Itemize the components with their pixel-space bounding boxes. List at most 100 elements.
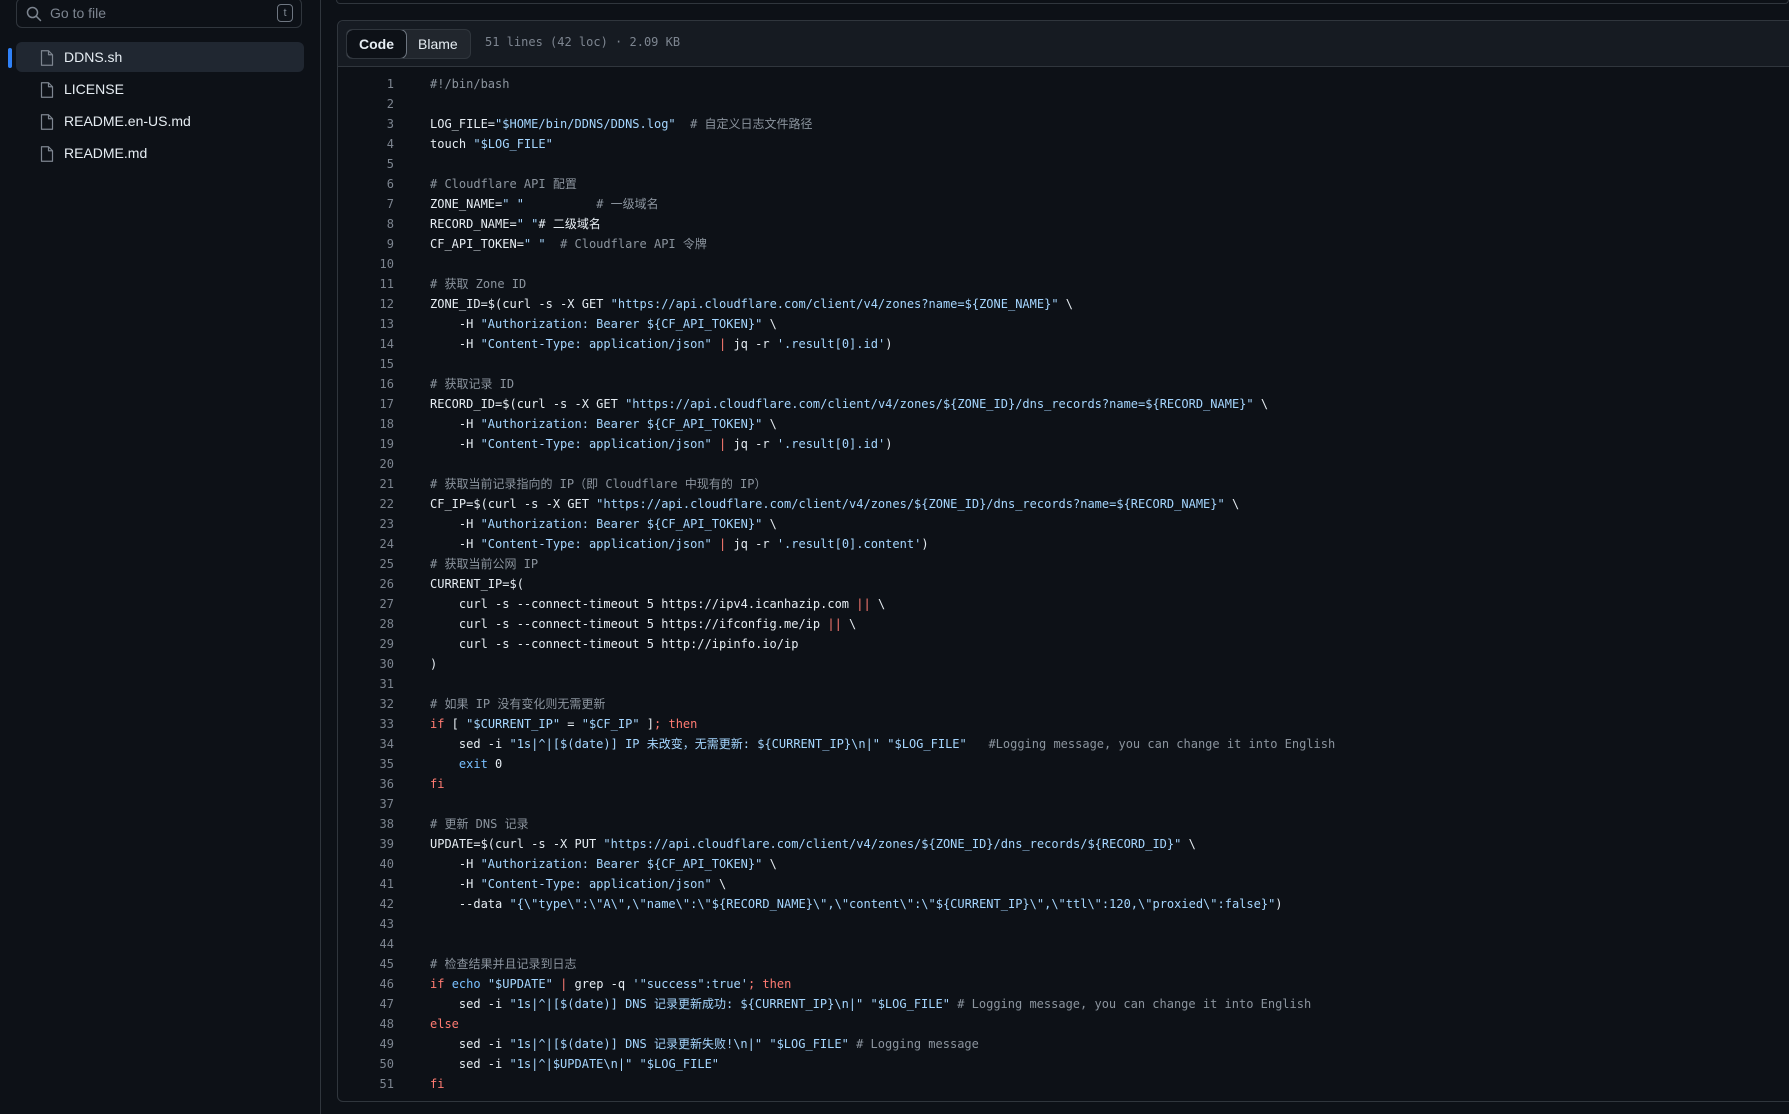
line-number[interactable]: 50 (338, 1054, 394, 1074)
file-item-readme-en-us[interactable]: README.en-US.md (16, 106, 304, 136)
line-number[interactable]: 49 (338, 1034, 394, 1054)
code-line: 34 sed -i "1s|^|[$(date)] IP 未改变，无需更新: $… (338, 734, 1789, 754)
file-item-readme[interactable]: README.md (16, 138, 304, 168)
line-number[interactable]: 33 (338, 714, 394, 734)
line-number[interactable]: 29 (338, 634, 394, 654)
line-number[interactable]: 36 (338, 774, 394, 794)
line-number[interactable]: 23 (338, 514, 394, 534)
code-line: 26 CURRENT_IP=$( (338, 574, 1789, 594)
previous-panel-border (336, 0, 1789, 4)
tab-code[interactable]: Code (346, 30, 407, 58)
line-content: # 获取当前记录指向的 IP（即 Cloudflare 中现有的 IP） (430, 477, 767, 491)
line-number[interactable]: 26 (338, 574, 394, 594)
line-number[interactable]: 27 (338, 594, 394, 614)
line-number[interactable]: 47 (338, 994, 394, 1014)
line-number[interactable]: 10 (338, 254, 394, 274)
line-number[interactable]: 48 (338, 1014, 394, 1034)
tab-blame[interactable]: Blame (406, 30, 470, 58)
code-line: 36 fi (338, 774, 1789, 794)
line-content: curl -s --connect-timeout 5 http://ipinf… (430, 637, 799, 651)
file-item-ddns-sh[interactable]: DDNS.sh (8, 42, 304, 72)
line-number[interactable]: 38 (338, 814, 394, 834)
line-content: fi (430, 777, 445, 791)
line-content: exit 0 (458, 757, 503, 771)
code-line: 23 -H "Authorization: Bearer ${CF_API_TO… (338, 514, 1789, 534)
code-line: 46 if echo "$UPDATE" | grep -q '"success"… (338, 974, 1789, 994)
code-line: 33 if [ "$CURRENT_IP" = "$CF_IP" ]; then (338, 714, 1789, 734)
line-number[interactable]: 45 (338, 954, 394, 974)
line-number[interactable]: 22 (338, 494, 394, 514)
code-line: 39 UPDATE=$(curl -s -X PUT "https://api.c… (338, 834, 1789, 854)
code-line: 2 (338, 94, 1789, 114)
line-number[interactable]: 32 (338, 694, 394, 714)
line-number[interactable]: 16 (338, 374, 394, 394)
line-content: RECORD_NAME=" "# 二级域名 (430, 217, 601, 231)
file-item-license[interactable]: LICENSE (16, 74, 304, 104)
line-number[interactable]: 24 (338, 534, 394, 554)
code-line: 21 # 获取当前记录指向的 IP（即 Cloudflare 中现有的 IP） (338, 474, 1789, 494)
line-number[interactable]: 6 (338, 174, 394, 194)
line-number[interactable]: 34 (338, 734, 394, 754)
line-number[interactable]: 15 (338, 354, 394, 374)
file-tree-sidebar: Go to file t DDNS.sh LICENSE README.en-U… (0, 0, 321, 1114)
line-number[interactable]: 3 (338, 114, 394, 134)
code-line: 28 curl -s --connect-timeout 5 https://i… (338, 614, 1789, 634)
line-number[interactable]: 11 (338, 274, 394, 294)
line-content: # 获取当前公网 IP (430, 557, 539, 571)
line-content: # 如果 IP 没有变化则无需更新 (430, 697, 606, 711)
file-icon (40, 114, 54, 130)
line-number[interactable]: 7 (338, 194, 394, 214)
go-to-file-search[interactable]: Go to file t (16, 0, 302, 28)
code-line: 11 # 获取 Zone ID (338, 274, 1789, 294)
line-number[interactable]: 46 (338, 974, 394, 994)
line-number[interactable]: 19 (338, 434, 394, 454)
line-content: -H "Authorization: Bearer ${CF_API_TOKEN… (430, 417, 777, 431)
code-line: 12 ZONE_ID=$(curl -s -X GET "https://api.… (338, 294, 1789, 314)
code-line: 47 sed -i "1s|^|[$(date)] DNS 记录更新成功: ${… (338, 994, 1789, 1014)
code-line: 45 # 检查结果并且记录到日志 (338, 954, 1789, 974)
line-content: UPDATE=$(curl -s -X PUT "https://api.clo… (430, 837, 1196, 851)
line-number[interactable]: 28 (338, 614, 394, 634)
line-number[interactable]: 9 (338, 234, 394, 254)
line-number[interactable]: 41 (338, 874, 394, 894)
line-number[interactable]: 20 (338, 454, 394, 474)
code-line: 15 (338, 354, 1789, 374)
line-number[interactable]: 17 (338, 394, 394, 414)
line-number[interactable]: 5 (338, 154, 394, 174)
line-content: -H "Content-Type: application/json" | jq… (430, 537, 929, 551)
line-number[interactable]: 14 (338, 334, 394, 354)
line-number[interactable]: 12 (338, 294, 394, 314)
code-line: 48 else (338, 1014, 1789, 1034)
line-number[interactable]: 18 (338, 414, 394, 434)
line-number[interactable]: 40 (338, 854, 394, 874)
line-number[interactable]: 42 (338, 894, 394, 914)
line-number[interactable]: 13 (338, 314, 394, 334)
line-number[interactable]: 21 (338, 474, 394, 494)
line-number[interactable]: 30 (338, 654, 394, 674)
code-line: 40 -H "Authorization: Bearer ${CF_API_TO… (338, 854, 1789, 874)
line-content: # 更新 DNS 记录 (430, 817, 529, 831)
code-lines[interactable]: 1 #!/bin/bash 2 3 LOG_FILE="$HOME/bin/DDNS/D… (338, 74, 1789, 1094)
line-content: if echo "$UPDATE" | grep -q '"success":t… (430, 977, 792, 991)
line-number[interactable]: 31 (338, 674, 394, 694)
line-content: sed -i "1s|^|[$(date)] DNS 记录更新失败!\n|" "… (430, 1037, 979, 1051)
line-number[interactable]: 35 (338, 754, 394, 774)
code-line: 19 -H "Content-Type: application/json" |… (338, 434, 1789, 454)
line-number[interactable]: 1 (338, 74, 394, 94)
code-line: 6 # Cloudflare API 配置 (338, 174, 1789, 194)
line-number[interactable]: 51 (338, 1074, 394, 1094)
line-content: # 获取 Zone ID (430, 277, 527, 291)
line-number[interactable]: 8 (338, 214, 394, 234)
line-number[interactable]: 4 (338, 134, 394, 154)
line-number[interactable]: 44 (338, 934, 394, 954)
line-content: sed -i "1s|^|[$(date)] DNS 记录更新成功: ${CUR… (430, 997, 1312, 1011)
file-name: LICENSE (64, 81, 124, 97)
line-number[interactable]: 25 (338, 554, 394, 574)
code-line: 30) (338, 654, 1789, 674)
line-number[interactable]: 2 (338, 94, 394, 114)
line-number[interactable]: 39 (338, 834, 394, 854)
line-number[interactable]: 43 (338, 914, 394, 934)
line-content: if [ "$CURRENT_IP" = "$CF_IP" ]; then (430, 717, 698, 731)
line-number[interactable]: 37 (338, 794, 394, 814)
search-placeholder: Go to file (50, 5, 107, 21)
